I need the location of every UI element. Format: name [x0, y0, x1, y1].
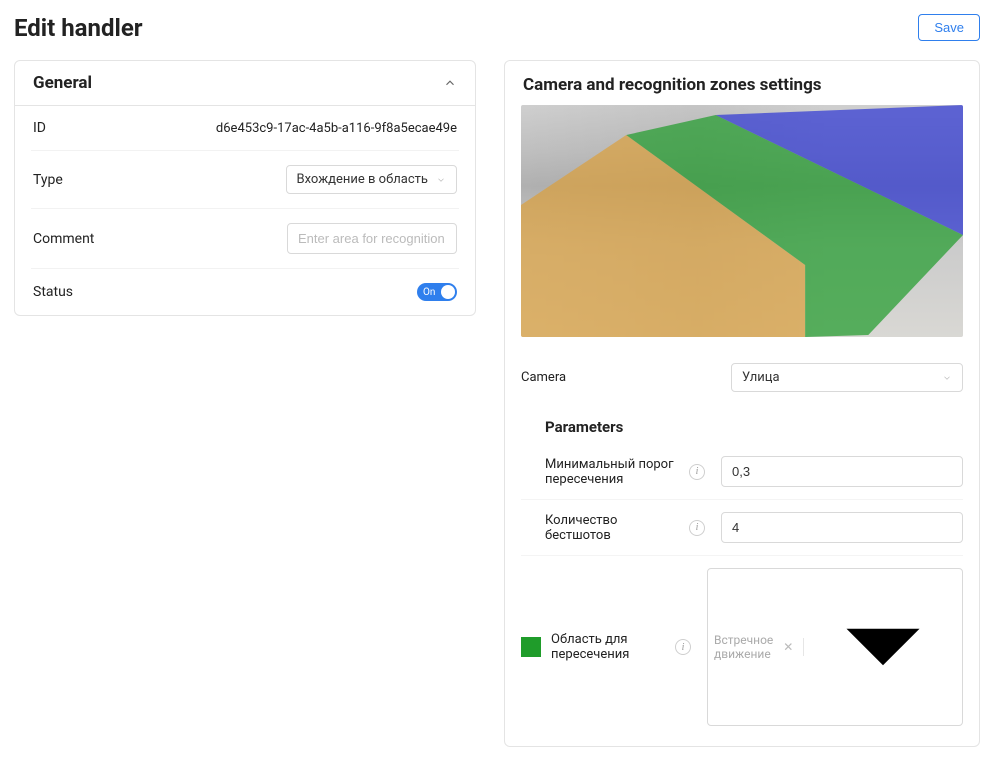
- chevron-down-icon: [810, 574, 956, 720]
- toggle-knob: [441, 285, 455, 299]
- type-select-value: Вхождение в область: [297, 172, 429, 187]
- chevron-down-icon: [436, 175, 446, 185]
- status-label: Status: [33, 284, 73, 300]
- general-panel-header[interactable]: General: [15, 61, 475, 106]
- chevron-down-icon: [942, 373, 952, 383]
- min-threshold-input[interactable]: [721, 456, 963, 487]
- camera-label: Camera: [521, 370, 721, 385]
- status-toggle[interactable]: On: [417, 283, 457, 301]
- page-title: Edit handler: [14, 14, 143, 42]
- area-color-swatch: [521, 637, 541, 657]
- status-on-label: On: [423, 287, 435, 298]
- type-label: Type: [33, 172, 63, 188]
- camera-select[interactable]: Улица: [731, 363, 963, 392]
- id-value: d6e453c9-17ac-4a5b-a116-9f8a5ecae49e: [216, 121, 457, 136]
- chevron-up-icon: [443, 76, 457, 90]
- parameters-title: Parameters: [545, 418, 963, 436]
- area-label: Область для пересечения: [551, 632, 663, 662]
- info-icon[interactable]: i: [689, 520, 705, 536]
- comment-label: Comment: [33, 231, 94, 247]
- camera-select-value: Улица: [742, 370, 780, 385]
- info-icon[interactable]: i: [675, 639, 691, 655]
- camera-preview[interactable]: [521, 105, 963, 337]
- area-select-value: Встречное движение: [714, 633, 773, 661]
- zone-blue[interactable]: [521, 105, 963, 337]
- id-label: ID: [33, 120, 46, 136]
- general-panel: General ID d6e453c9-17ac-4a5b-a116-9f8a5…: [14, 60, 476, 316]
- type-select[interactable]: Вхождение в область: [286, 165, 458, 194]
- clear-icon[interactable]: ✕: [779, 640, 797, 654]
- area-select[interactable]: Встречное движение ✕: [707, 568, 963, 726]
- save-button[interactable]: Save: [918, 14, 980, 41]
- divider: [803, 638, 804, 656]
- bestshots-input[interactable]: [721, 512, 963, 543]
- general-title: General: [33, 73, 92, 93]
- camera-zones-panel: Camera and recognition zones settings Ca…: [504, 60, 980, 747]
- info-icon[interactable]: i: [689, 464, 705, 480]
- comment-input[interactable]: [287, 223, 457, 254]
- bestshots-label: Количество бестшотов: [545, 513, 677, 543]
- min-threshold-label: Минимальный порог пересечения: [545, 457, 677, 487]
- camera-zones-title: Camera and recognition zones settings: [505, 61, 979, 105]
